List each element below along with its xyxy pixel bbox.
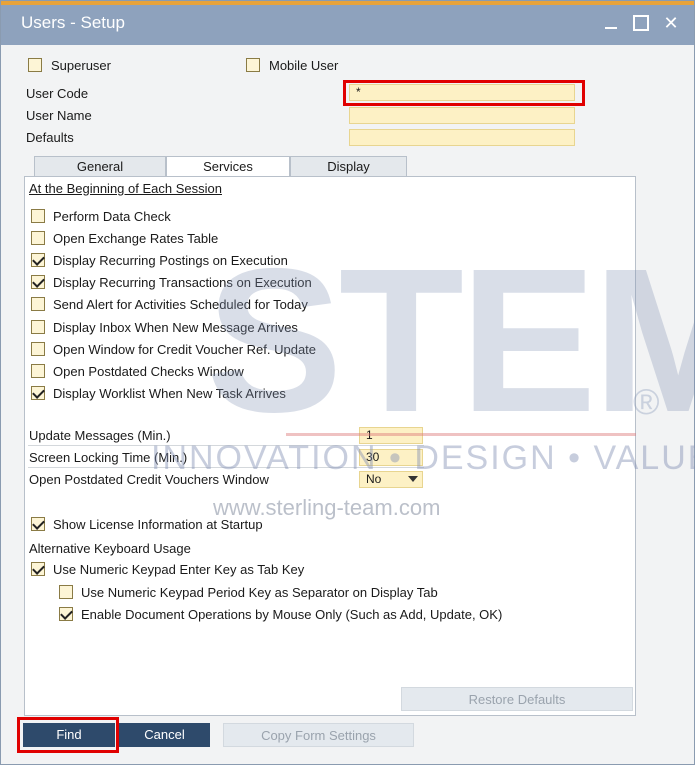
credit-voucher-window-checkbox[interactable] — [31, 342, 45, 356]
copy-form-settings-button[interactable]: Copy Form Settings — [223, 723, 414, 747]
defaults-label: Defaults — [26, 130, 74, 145]
defaults-field[interactable] — [349, 129, 575, 146]
show-license-checkbox[interactable] — [31, 517, 45, 531]
user-name-label: User Name — [26, 108, 92, 123]
postdated-checks-label: Open Postdated Checks Window — [53, 364, 244, 379]
display-worklist-checkbox[interactable] — [31, 386, 45, 400]
close-icon[interactable]: ✕ — [659, 11, 683, 35]
display-worklist-label: Display Worklist When New Task Arrives — [53, 386, 286, 401]
watermark-rule — [286, 433, 636, 436]
numeric-enter-label: Use Numeric Keypad Enter Key as Tab Key — [53, 562, 305, 577]
display-inbox-label: Display Inbox When New Message Arrives — [53, 320, 298, 335]
watermark-url: www.sterling-team.com — [213, 495, 441, 520]
numeric-period-label: Use Numeric Keypad Period Key as Separat… — [81, 585, 438, 600]
perform-data-check-checkbox[interactable] — [31, 209, 45, 223]
restore-defaults-button[interactable]: Restore Defaults — [401, 687, 633, 711]
mouse-only-checkbox[interactable] — [59, 607, 73, 621]
mouse-only-label: Enable Document Operations by Mouse Only… — [81, 607, 503, 622]
users-setup-window: Users - Setup ✕ Superuser Mobile User Us… — [0, 0, 695, 765]
watermark-tagline: INNOVATION • DESIGN • VALUE — [151, 439, 695, 477]
update-messages-label: Update Messages (Min.) — [29, 428, 171, 443]
tab-display[interactable]: Display — [290, 156, 407, 177]
registered-mark: ® — [633, 381, 660, 422]
perform-data-check-label: Perform Data Check — [53, 209, 171, 224]
postdated-checks-checkbox[interactable] — [31, 364, 45, 378]
user-name-field[interactable] — [349, 107, 575, 124]
open-exchange-rates-label: Open Exchange Rates Table — [53, 231, 219, 246]
title-bar: Users - Setup ✕ — [1, 1, 694, 45]
mobile-user-checkbox[interactable] — [246, 58, 260, 72]
minimize-icon[interactable] — [599, 11, 623, 35]
user-code-label: User Code — [26, 86, 89, 101]
alt-keyboard-title: Alternative Keyboard Usage — [29, 541, 191, 556]
display-recurring-transactions-checkbox[interactable] — [31, 275, 45, 289]
send-alert-checkbox[interactable] — [31, 297, 45, 311]
display-recurring-postings-label: Display Recurring Postings on Execution — [53, 253, 288, 268]
user-code-highlight — [343, 80, 585, 106]
credit-voucher-window-label: Open Window for Credit Voucher Ref. Upda… — [53, 342, 317, 357]
send-alert-label: Send Alert for Activities Scheduled for … — [53, 297, 308, 312]
window-title: Users - Setup — [21, 13, 125, 32]
session-section-title: At the Beginning of Each Session — [29, 181, 222, 196]
find-button-highlight — [17, 717, 119, 753]
open-exchange-rates-checkbox[interactable] — [31, 231, 45, 245]
display-inbox-checkbox[interactable] — [31, 320, 45, 334]
numeric-enter-checkbox[interactable] — [31, 562, 45, 576]
display-recurring-postings-checkbox[interactable] — [31, 253, 45, 267]
superuser-checkbox[interactable] — [28, 58, 42, 72]
maximize-icon[interactable] — [629, 11, 653, 35]
display-recurring-transactions-label: Display Recurring Transactions on Execut… — [53, 275, 312, 290]
mobile-user-label: Mobile User — [269, 58, 339, 73]
superuser-label: Superuser — [51, 58, 111, 73]
tab-general[interactable]: General — [34, 156, 166, 177]
numeric-period-checkbox[interactable] — [59, 585, 73, 599]
tab-services[interactable]: Services — [166, 156, 290, 178]
cancel-button[interactable]: Cancel — [119, 723, 210, 747]
